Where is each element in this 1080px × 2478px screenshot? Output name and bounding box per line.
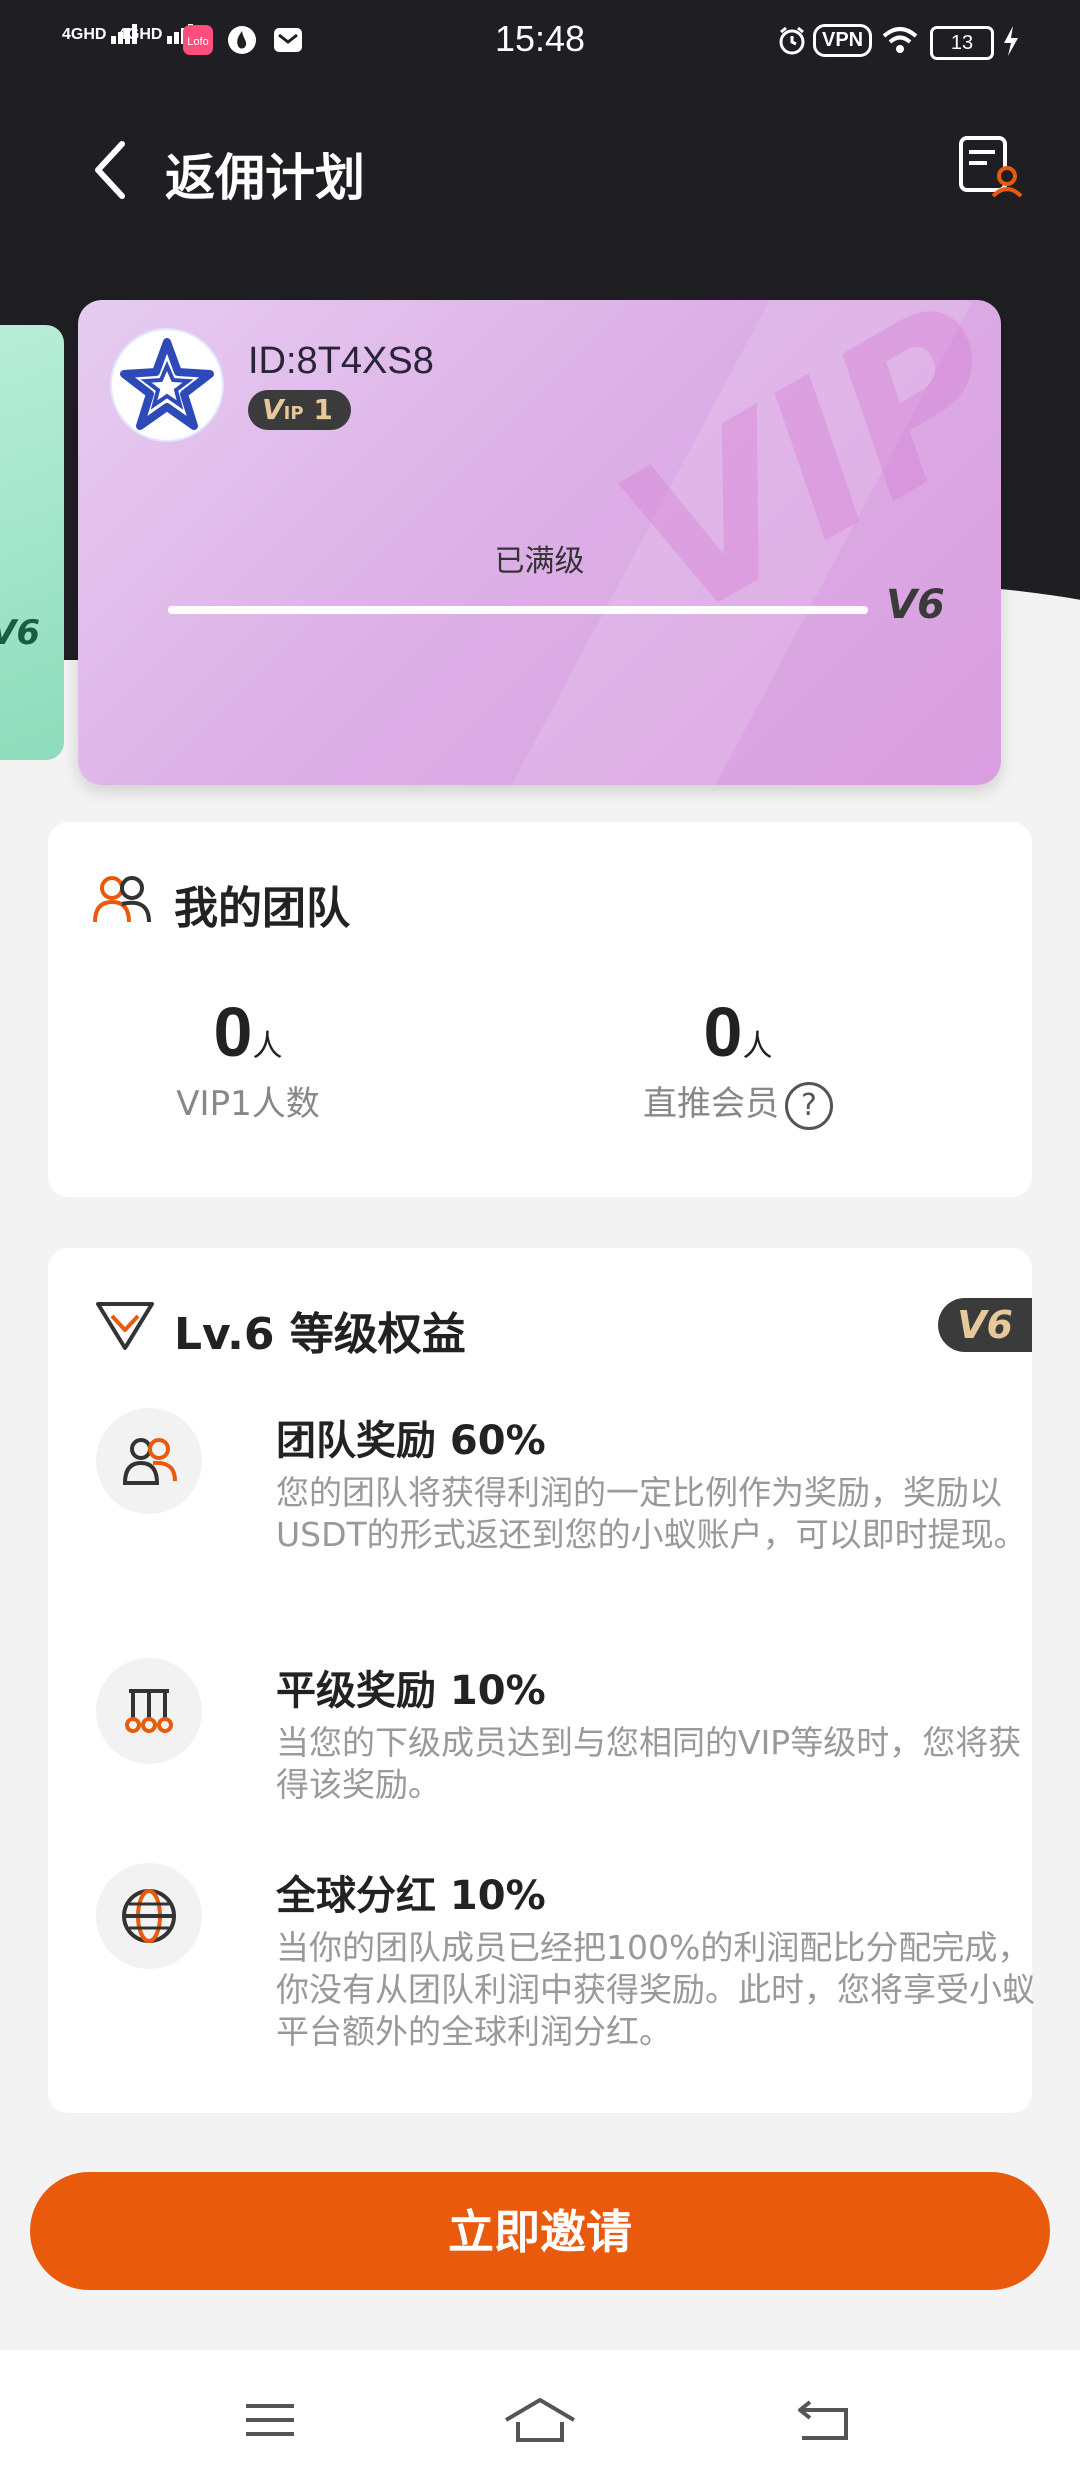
benefit-title: 团队奖励 60% xyxy=(276,1418,546,1464)
direct-unit: 人 xyxy=(742,1029,773,1064)
invite-now-button[interactable]: 立即邀请 xyxy=(30,2172,1050,2290)
previous-vip-card[interactable]: V6 xyxy=(0,325,64,760)
wifi-icon xyxy=(882,27,918,53)
team-icon xyxy=(93,876,151,923)
benefit-description: 当您的下级成员达到与您相同的VIP等级时，您将获得该奖励。 xyxy=(276,1723,1022,1804)
direct-label: 直推会员 xyxy=(643,1084,779,1124)
user-id: ID:8T4XS8 xyxy=(248,340,434,382)
benefit-description: 您的团队将获得利润的一定比例作为奖励，奖励以USDT的形式返还到您的小蚁账户，可… xyxy=(276,1473,1027,1554)
vip-badge-level: 1 xyxy=(313,393,333,426)
direct-count: 0 xyxy=(703,993,743,1071)
back-button[interactable] xyxy=(80,132,140,208)
records-button[interactable] xyxy=(955,132,1025,202)
vip-level-badge: VIP 1 xyxy=(248,390,351,430)
peer-reward-icon xyxy=(125,1689,173,1733)
vip-badge-small: IP xyxy=(283,403,304,424)
alarm-icon xyxy=(779,26,805,55)
direct-members-stat: 0人 直推会员? xyxy=(538,992,938,1130)
vip1-count: 0 xyxy=(213,993,253,1071)
level-progress-bar xyxy=(168,606,868,614)
back-nav-icon[interactable] xyxy=(784,2390,864,2450)
benefit-icon-bg xyxy=(96,1408,202,1514)
level-tag: V6 xyxy=(938,1298,1032,1352)
page-title: 返佣计划 xyxy=(165,149,365,207)
benefit-description: 当你的团队成员已经把100%的利润配比分配完成，你没有从团队利润中获得奖励。此时… xyxy=(276,1928,1035,2051)
vip1-count-stat: 0人 VIP1人数 xyxy=(48,992,448,1125)
side-card-level: V6 xyxy=(0,613,40,653)
target-level-label: V6 xyxy=(886,582,945,628)
home-icon[interactable] xyxy=(500,2390,580,2450)
app-header: 返佣计划 xyxy=(0,120,1080,220)
team-reward-icon xyxy=(122,1438,177,1485)
vip1-unit: 人 xyxy=(252,1029,283,1064)
status-bar: 4GHD 4GHD Lofo 15:48 VPN 13 xyxy=(0,0,1080,80)
benefit-icon-bg xyxy=(96,1658,202,1764)
team-title: 我的团队 xyxy=(174,883,350,934)
level-status-text: 已满级 xyxy=(494,544,585,579)
benefit-title: 平级奖励 10% xyxy=(276,1668,546,1714)
benefit-title: 全球分红 10% xyxy=(276,1873,546,1919)
my-team-card: 我的团队 0人 VIP1人数 0人 直推会员? xyxy=(48,822,1032,1197)
level-rights-card: Lv.6 等级权益 V6 团队奖励 60% 您的团队将获得利润的一定比例作为奖励… xyxy=(48,1248,1035,2113)
vip-badge-prefix: V xyxy=(262,393,284,426)
benefit-icon-bg xyxy=(96,1863,202,1969)
vip-level-card[interactable]: VIP ID:8T4XS8 VIP 1 已满级 V6 xyxy=(78,300,1001,785)
vpn-badge: VPN xyxy=(813,24,873,57)
diamond-icon xyxy=(96,1302,154,1350)
menu-icon[interactable] xyxy=(230,2390,310,2450)
avatar[interactable] xyxy=(110,328,224,442)
level-progress-fill xyxy=(168,606,868,614)
globe-icon xyxy=(122,1889,176,1943)
vip1-label: VIP1人数 xyxy=(176,1084,320,1124)
charging-icon xyxy=(1004,26,1018,56)
help-icon[interactable]: ? xyxy=(785,1081,833,1130)
rights-title: Lv.6 等级权益 xyxy=(174,1309,466,1360)
battery-indicator: 13 xyxy=(930,26,994,60)
system-nav-bar xyxy=(0,2350,1080,2478)
